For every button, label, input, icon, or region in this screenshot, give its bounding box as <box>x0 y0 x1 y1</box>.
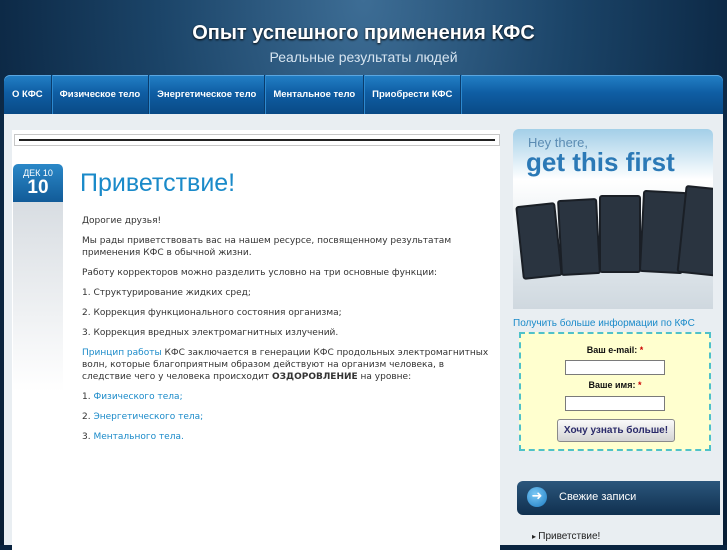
post-list-item: 3. Ментального тела. <box>82 431 496 443</box>
recent-posts-title: Свежие записи <box>559 491 637 503</box>
post-text: на уровне: <box>357 372 412 382</box>
post-paragraph: Мы рады приветствовать вас на нашем ресу… <box>82 236 452 258</box>
device-image <box>599 195 641 273</box>
name-label: Ваше имя: * <box>521 380 709 390</box>
post-list-item: 2. Энергетического тела; <box>82 411 496 423</box>
required-mark: * <box>639 345 644 355</box>
post-list-item: 1. Физического тела; <box>82 391 496 403</box>
device-image <box>557 198 601 276</box>
site-subtitle: Реальные результаты людей <box>269 49 458 65</box>
promo-headline: get this first <box>526 147 675 177</box>
sidebar: Hey there, get this first Получить больш… <box>508 129 720 545</box>
main-column: ДЕК 10 10 Приветствие! Дорогие друзья! М… <box>12 130 500 550</box>
nav-item-buy[interactable]: Приобрести КФС <box>364 75 462 114</box>
main-nav: О КФС Физическое тело Энергетическое тел… <box>4 75 723 114</box>
list-number: 2. <box>82 412 94 422</box>
list-number: 1. <box>82 392 94 402</box>
name-label-text: Ваше имя: <box>588 380 636 390</box>
date-day: 10 <box>27 177 49 198</box>
email-field[interactable] <box>565 360 665 375</box>
site-title[interactable]: Опыт успешного применения КФС <box>0 22 727 45</box>
search-bar[interactable] <box>14 134 500 146</box>
post-paragraph: 3. Коррекция вредных электромагнитных из… <box>82 328 339 338</box>
date-badge: ДЕК 10 10 <box>13 164 63 202</box>
post-paragraph: 2. Коррекция функционального состояния о… <box>82 308 342 318</box>
post-bold-text: ОЗДОРОВЛЕНИЕ <box>272 372 358 382</box>
promo-banner[interactable]: Hey there, get this first <box>513 129 713 309</box>
recent-post-link[interactable]: Приветствие! <box>532 531 600 542</box>
info-title: Получить больше информации по КФС <box>513 318 695 329</box>
recent-posts-header: ➜ Свежие записи <box>517 481 720 515</box>
nav-item-about[interactable]: О КФС <box>4 75 52 114</box>
arrow-right-icon: ➜ <box>527 487 547 507</box>
principle-link[interactable]: Принцип работы <box>82 348 162 358</box>
date-ribbon <box>13 202 63 392</box>
post-title[interactable]: Приветствие! <box>80 169 235 198</box>
post-paragraph: Принцип работы КФС заключается в генерац… <box>82 347 496 383</box>
optin-form: Ваш e-mail: * Ваше имя: * Хочу узнать бо… <box>519 332 711 451</box>
email-label: Ваш e-mail: * <box>521 345 709 355</box>
nav-item-mental-body[interactable]: Ментальное тело <box>265 75 365 114</box>
nav-item-physical-body[interactable]: Физическое тело <box>52 75 150 114</box>
post-paragraph: 1. Структурирование жидких сред; <box>82 288 251 298</box>
nav-item-energy-body[interactable]: Энергетическое тело <box>149 75 266 114</box>
name-field[interactable] <box>565 396 665 411</box>
email-label-text: Ваш e-mail: <box>586 345 638 355</box>
required-mark: * <box>637 380 642 390</box>
content-area: ДЕК 10 10 Приветствие! Дорогие друзья! М… <box>4 114 723 550</box>
energy-body-link[interactable]: Энергетического тела; <box>93 412 203 422</box>
list-number: 3. <box>82 432 94 442</box>
mental-body-link[interactable]: Ментального тела. <box>93 432 183 442</box>
physical-body-link[interactable]: Физического тела; <box>93 392 182 402</box>
post-paragraph: Работу корректоров можно разделить услов… <box>82 268 438 278</box>
submit-button[interactable]: Хочу узнать больше! <box>557 419 675 442</box>
device-image <box>515 202 563 280</box>
post-body: Дорогие друзья! Мы рады приветствовать в… <box>82 215 496 451</box>
post-paragraph: Дорогие друзья! <box>82 216 162 226</box>
